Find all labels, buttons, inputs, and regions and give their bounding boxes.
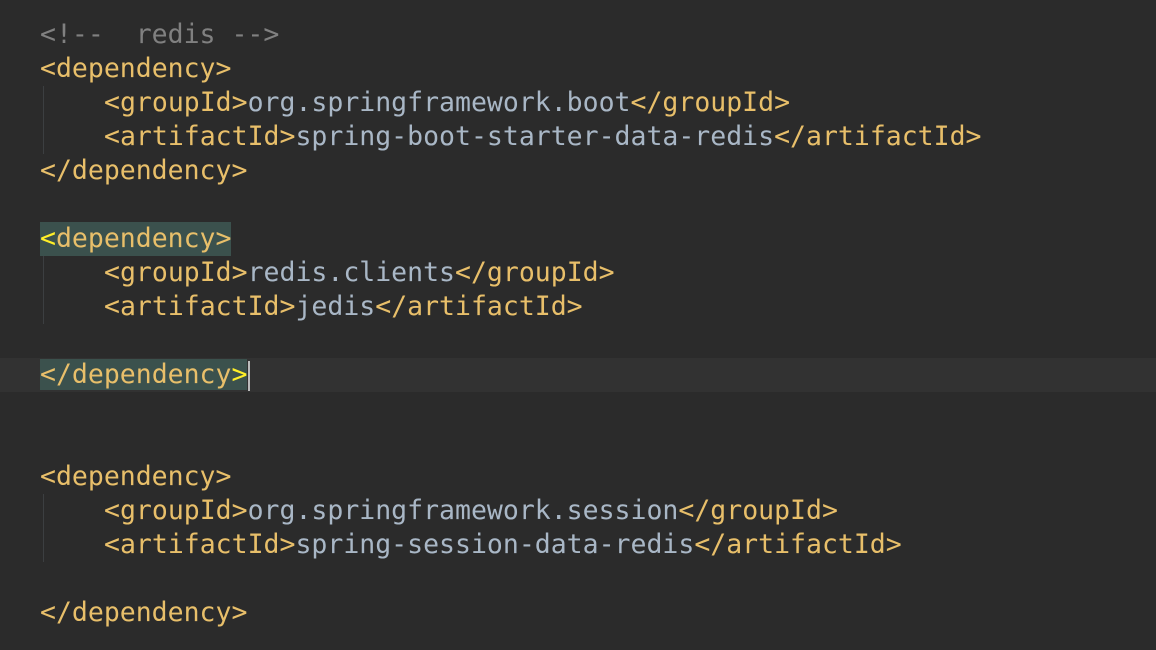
artifactid-element: <artifactId>spring-session-data-redis</a… — [104, 529, 902, 560]
dependency-close-tag: </dependency> — [40, 155, 248, 186]
code-line-9[interactable]: <artifactId>jedis</artifactId> — [0, 290, 1156, 324]
code-line-8[interactable]: <groupId>redis.clients</groupId> — [0, 256, 1156, 290]
code-line-7[interactable]: <dependency> — [0, 222, 1156, 256]
dependency-open-tag: <dependency> — [40, 461, 232, 492]
code-line-15[interactable]: <groupId>org.springframework.session</gr… — [0, 494, 1156, 528]
code-line-11-current[interactable]: </dependency> — [0, 358, 1156, 392]
xml-comment: <!-- redis --> — [40, 19, 280, 50]
dependency-close-tag: </dependency> — [40, 597, 248, 628]
code-editor[interactable]: <!-- redis --> <dependency> <groupId>org… — [0, 0, 1156, 650]
groupid-element: <groupId>org.springframework.session</gr… — [104, 495, 838, 526]
code-line-16[interactable]: <artifactId>spring-session-data-redis</a… — [0, 528, 1156, 562]
code-line-18[interactable]: </dependency> — [0, 596, 1156, 630]
groupid-element: <groupId>redis.clients</groupId> — [104, 257, 615, 288]
dependency-open-tag: <dependency> — [40, 53, 232, 84]
code-line-1[interactable]: <!-- redis --> — [0, 18, 1156, 52]
artifactid-element: <artifactId>spring-boot-starter-data-red… — [104, 121, 982, 152]
groupid-element: <groupId>org.springframework.boot</group… — [104, 87, 791, 118]
code-line-2[interactable]: <dependency> — [0, 52, 1156, 86]
text-caret — [248, 360, 251, 391]
code-line-3[interactable]: <groupId>org.springframework.boot</group… — [0, 86, 1156, 120]
code-line-14[interactable]: <dependency> — [0, 460, 1156, 494]
code-line-5[interactable]: </dependency> — [0, 154, 1156, 188]
dependency-open-tag-matched: <dependency> — [40, 222, 232, 256]
code-line-4[interactable]: <artifactId>spring-boot-starter-data-red… — [0, 120, 1156, 154]
artifactid-element: <artifactId>jedis</artifactId> — [104, 291, 583, 322]
dependency-close-tag-matched: </dependency> — [40, 358, 251, 392]
